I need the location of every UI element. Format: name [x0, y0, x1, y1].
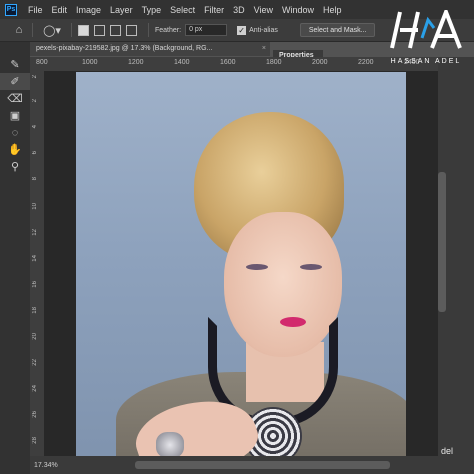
ruler-label: 14 — [32, 255, 38, 262]
ruler-label: 1200 — [128, 59, 144, 66]
ruler-label: 18 — [32, 307, 38, 314]
select-and-mask-button[interactable]: Select and Mask... — [299, 23, 376, 37]
ruler-label: 2000 — [312, 59, 328, 66]
lasso-tool-preset-icon[interactable]: ◯▾ — [39, 23, 65, 37]
photoshop-logo[interactable]: Ps — [5, 3, 17, 16]
ruler-label: 2 — [32, 75, 38, 79]
ruler-label: 28 — [32, 437, 38, 444]
menu-view[interactable]: View — [254, 5, 273, 15]
menu-type[interactable]: Type — [142, 5, 162, 15]
lasso-tool-icon[interactable]: ◌ — [0, 124, 30, 141]
brush-tool-icon[interactable]: ✎ — [0, 56, 30, 73]
zoom-level[interactable]: 17.34% — [34, 462, 58, 469]
eraser-tool-icon[interactable]: ⌫ — [0, 90, 30, 107]
horizontal-scrollbar[interactable] — [135, 461, 390, 469]
watermark-partial: del — [441, 446, 454, 456]
menu-file[interactable]: File — [28, 5, 43, 15]
ruler-label: 2200 — [358, 59, 374, 66]
ring — [156, 432, 184, 456]
tools-panel: ✎ ✐ ⌫ ▣ ◌ ✋ ⚲ — [0, 42, 30, 474]
portrait-photo[interactable] — [76, 72, 406, 456]
close-icon[interactable]: × — [262, 42, 266, 56]
feather-input[interactable]: 0 px — [185, 24, 228, 36]
document-tab-title: pexels-pixabay-219582.jpg @ 17.3% (Backg… — [36, 45, 213, 52]
horizontal-ruler: 800 1000 1200 1400 1600 1800 2000 2200 2… — [30, 57, 438, 72]
menu-image[interactable]: Image — [76, 5, 101, 15]
menu-filter[interactable]: Filter — [204, 5, 224, 15]
menu-3d[interactable]: 3D — [233, 5, 245, 15]
watermark-name: HASSAN ADEL — [390, 58, 462, 65]
divider — [71, 23, 72, 37]
home-icon[interactable]: ⌂ — [12, 23, 26, 37]
ruler-label: 22 — [32, 359, 38, 366]
ruler-label: 26 — [32, 411, 38, 418]
add-to-selection-icon[interactable] — [94, 24, 105, 36]
watermark-logo — [390, 10, 462, 49]
object-selection-tool-icon[interactable]: ▣ — [0, 107, 30, 124]
ruler-label: 8 — [32, 177, 38, 181]
ruler-label: 6 — [32, 151, 38, 155]
subtract-from-selection-icon[interactable] — [110, 24, 121, 36]
watermark: HASSAN ADEL — [378, 10, 474, 68]
ruler-label: 16 — [32, 281, 38, 288]
intersect-selection-icon[interactable] — [126, 24, 137, 36]
document-canvas[interactable] — [44, 71, 438, 456]
menu-layer[interactable]: Layer — [110, 5, 133, 15]
left-eye — [246, 264, 268, 270]
menu-help[interactable]: Help — [323, 5, 342, 15]
hand-tool-icon[interactable]: ✋ — [0, 141, 30, 158]
quick-selection-tool-icon[interactable]: ✐ — [0, 73, 30, 90]
ruler-label: 20 — [32, 333, 38, 340]
ruler-label: 1600 — [220, 59, 236, 66]
ruler-label: 10 — [32, 203, 38, 210]
antialias-checkbox[interactable]: ✓ — [237, 25, 247, 35]
ruler-label: 12 — [32, 229, 38, 236]
vertical-scrollbar[interactable] — [438, 172, 446, 312]
menu-window[interactable]: Window — [282, 5, 314, 15]
vertical-ruler: 2 2 4 6 8 10 12 14 16 18 20 22 24 26 28 — [30, 71, 45, 456]
right-eye — [300, 264, 322, 270]
ruler-label: 2 — [32, 99, 38, 103]
divider — [32, 23, 33, 37]
zoom-tool-icon[interactable]: ⚲ — [0, 158, 30, 175]
divider — [148, 23, 149, 37]
menu-select[interactable]: Select — [170, 5, 195, 15]
ruler-label: 800 — [36, 59, 48, 66]
menu-edit[interactable]: Edit — [52, 5, 68, 15]
ruler-label: 4 — [32, 125, 38, 129]
new-selection-icon[interactable] — [78, 24, 89, 36]
document-tab[interactable]: pexels-pixabay-219582.jpg @ 17.3% (Backg… — [30, 42, 270, 56]
feather-label: Feather: — [155, 26, 182, 34]
antialias-label: Anti-alias — [249, 26, 278, 34]
ruler-label: 1000 — [82, 59, 98, 66]
ruler-label: 1800 — [266, 59, 282, 66]
ruler-label: 1400 — [174, 59, 190, 66]
ruler-label: 24 — [32, 385, 38, 392]
